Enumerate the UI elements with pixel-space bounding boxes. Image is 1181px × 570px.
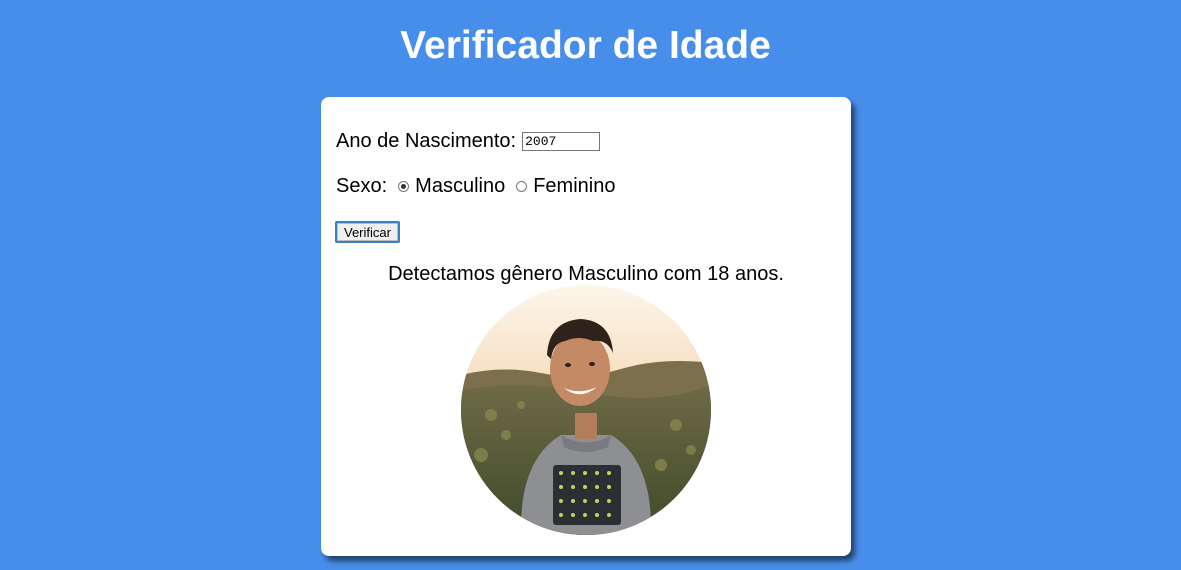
young-man-photo xyxy=(461,285,711,535)
sex-label: Sexo: xyxy=(336,175,388,197)
verify-button[interactable]: Verificar xyxy=(335,221,400,243)
radio-feminino-label[interactable]: Feminino xyxy=(533,174,615,198)
radio-feminino[interactable] xyxy=(516,180,528,192)
birth-year-row: Ano de Nascimento: xyxy=(336,129,601,153)
birth-year-input[interactable] xyxy=(522,131,601,151)
result-message: Detectamos gênero Masculino com 18 anos. xyxy=(388,263,784,285)
result-photo xyxy=(461,285,711,535)
page-title: Verificador de Idade xyxy=(400,24,771,67)
verifier-card: Ano de Nascimento: Sexo: Masculino Femin… xyxy=(321,97,851,556)
birth-year-label: Ano de Nascimento: xyxy=(336,130,517,152)
radio-masculino-label[interactable]: Masculino xyxy=(415,174,505,198)
sex-row: Sexo: Masculino Feminino xyxy=(336,174,615,198)
radio-masculino[interactable] xyxy=(398,180,410,192)
